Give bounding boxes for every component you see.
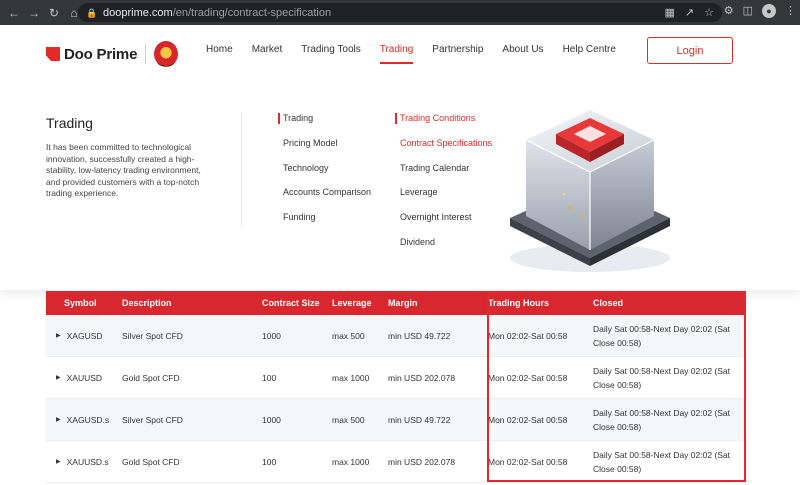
menu-item-trading[interactable]: Trading	[278, 113, 371, 138]
nav-help-centre[interactable]: Help Centre	[563, 44, 616, 55]
cell-symbol: XAUUSD.s	[66, 456, 109, 467]
cell-margin: min USD 202.078	[388, 456, 456, 467]
reload-icon[interactable]: ↻	[46, 5, 62, 21]
expand-triangle-icon[interactable]: ▶	[56, 374, 61, 381]
logo-divider	[145, 44, 147, 64]
cell-margin: min USD 49.722	[388, 414, 451, 425]
table-row[interactable]: ▶ XAUUSD Gold Spot CFD 100 max 1000 min U…	[46, 357, 745, 399]
table-row[interactable]: ▶ XAGUSD.s Silver Spot CFD 1000 max 500 m…	[46, 399, 745, 441]
nav-trading-tools[interactable]: Trading Tools	[301, 44, 360, 55]
expand-triangle-icon[interactable]: ▶	[56, 332, 61, 339]
cell-contract-size: 100	[262, 456, 277, 467]
expand-triangle-icon[interactable]: ▶	[56, 416, 61, 423]
header-symbol: Symbol	[64, 298, 97, 308]
cell-description: Silver Spot CFD	[122, 330, 183, 341]
expand-triangle-icon[interactable]: ▶	[56, 458, 61, 465]
cell-closed: Daily Sat 00:58-Next Day 02:02 (Sat Clos…	[593, 407, 731, 432]
cell-trading-hours: Mon 02:02-Sat 00:58	[488, 414, 568, 425]
table-row[interactable]: ▶ XAUUSD.s Gold Spot CFD 100 max 1000 min…	[46, 441, 745, 483]
cell-description: Gold Spot CFD	[122, 456, 180, 467]
menu-item-accounts-comparison[interactable]: Accounts Comparison	[278, 187, 371, 212]
table-header: Symbol Description Contract Size Leverag…	[46, 291, 745, 315]
menu-item-contract-specifications[interactable]: Contract Specifications	[395, 138, 492, 163]
cell-leverage: max 1000	[332, 456, 370, 467]
share-icon[interactable]: ↗	[685, 6, 694, 19]
menu-item-trading-conditions[interactable]: Trading Conditions	[395, 113, 492, 138]
url-host: dooprime.com	[103, 6, 173, 19]
trading-cube-illustration	[490, 90, 690, 280]
nav-home[interactable]: Home	[206, 44, 233, 55]
menu-item-funding[interactable]: Funding	[278, 212, 371, 237]
star-icon[interactable]: ☆	[704, 6, 714, 19]
browser-toolbar: ← → ↻ ⌂ 🔒 dooprime.com /en/trading/contr…	[0, 0, 800, 25]
cell-closed: Daily Sat 00:58-Next Day 02:02 (Sat Clos…	[593, 449, 731, 474]
cell-description: Silver Spot CFD	[122, 414, 183, 425]
menu-item-leverage[interactable]: Leverage	[395, 187, 492, 212]
trading-mega-menu: Trading It has been committed to technol…	[0, 80, 800, 290]
menu-item-technology[interactable]: Technology	[278, 163, 371, 188]
cell-symbol: XAUUSD	[66, 372, 103, 383]
main-nav: Home Market Trading Tools Trading Partne…	[206, 44, 635, 64]
doo-prime-logo-icon	[46, 47, 60, 61]
header-margin: Margin	[388, 298, 418, 308]
nav-market[interactable]: Market	[252, 44, 283, 55]
cell-leverage: max 1000	[332, 372, 370, 383]
menu-item-trading-calendar[interactable]: Trading Calendar	[395, 163, 492, 188]
mega-menu-divider	[241, 112, 242, 226]
cell-trading-hours: Mon 02:02-Sat 00:58	[488, 330, 568, 341]
cell-margin: min USD 202.078	[388, 372, 456, 383]
club-crest-icon	[154, 41, 179, 67]
menu-item-overnight-interest[interactable]: Overnight Interest	[395, 212, 492, 237]
site-header: Doo Prime Home Market Trading Tools Trad…	[0, 25, 800, 80]
cell-closed: Daily Sat 00:58-Next Day 02:02 (Sat Clos…	[593, 323, 731, 348]
cell-margin: min USD 49.722	[388, 330, 451, 341]
cell-trading-hours: Mon 02:02-Sat 00:58	[488, 456, 568, 467]
forward-icon[interactable]: →	[26, 5, 42, 21]
header-closed: Closed	[593, 298, 624, 308]
mega-menu-column-2: Trading Conditions Contract Specificatio…	[395, 113, 492, 262]
contract-spec-table: Symbol Description Contract Size Leverag…	[46, 291, 745, 483]
cell-trading-hours: Mon 02:02-Sat 00:58	[488, 372, 568, 383]
mega-menu-column-1: Trading Pricing Model Technology Account…	[278, 113, 371, 237]
mega-menu-title: Trading	[46, 115, 93, 131]
header-contract-size: Contract Size	[262, 298, 320, 308]
url-path: /en/trading/contract-specification	[172, 6, 332, 19]
menu-item-pricing-model[interactable]: Pricing Model	[278, 138, 371, 163]
mega-menu-description: It has been committed to technological i…	[46, 142, 201, 198]
extensions-icon[interactable]: ⚙	[724, 4, 734, 18]
logo-text: Doo Prime	[64, 45, 138, 63]
profile-icon[interactable]: ●	[762, 4, 776, 18]
nav-partnership[interactable]: Partnership	[432, 44, 483, 55]
cell-contract-size: 1000	[262, 330, 281, 341]
table-row[interactable]: ▶ XAGUSD Silver Spot CFD 1000 max 500 min…	[46, 315, 745, 357]
cell-symbol: XAGUSD	[66, 330, 103, 341]
header-description: Description	[122, 298, 172, 308]
cell-contract-size: 1000	[262, 414, 281, 425]
cell-closed: Daily Sat 00:58-Next Day 02:02 (Sat Clos…	[593, 365, 731, 390]
header-trading-hours: Trading Hours	[488, 298, 550, 308]
login-button[interactable]: Login	[647, 37, 733, 64]
lock-icon: 🔒	[86, 7, 98, 18]
logo[interactable]: Doo Prime	[46, 41, 179, 67]
menu-item-dividend[interactable]: Dividend	[395, 237, 492, 262]
cell-leverage: max 500	[332, 330, 365, 341]
nav-trading[interactable]: Trading	[379, 44, 413, 64]
translate-icon[interactable]: ▦	[665, 6, 675, 19]
menu-kebab-icon[interactable]: ⋮	[785, 4, 796, 18]
cell-symbol: XAGUSD.s	[66, 414, 110, 425]
address-bar[interactable]: 🔒 dooprime.com /en/trading/contract-spec…	[78, 3, 722, 22]
side-panel-icon[interactable]: ◫	[743, 4, 753, 18]
cell-leverage: max 500	[332, 414, 365, 425]
nav-about-us[interactable]: About Us	[502, 44, 543, 55]
cell-contract-size: 100	[262, 372, 277, 383]
cell-description: Gold Spot CFD	[122, 372, 180, 383]
table-body: ▶ XAGUSD Silver Spot CFD 1000 max 500 min…	[46, 315, 745, 483]
header-leverage: Leverage	[332, 298, 372, 308]
back-icon[interactable]: ←	[6, 5, 22, 21]
